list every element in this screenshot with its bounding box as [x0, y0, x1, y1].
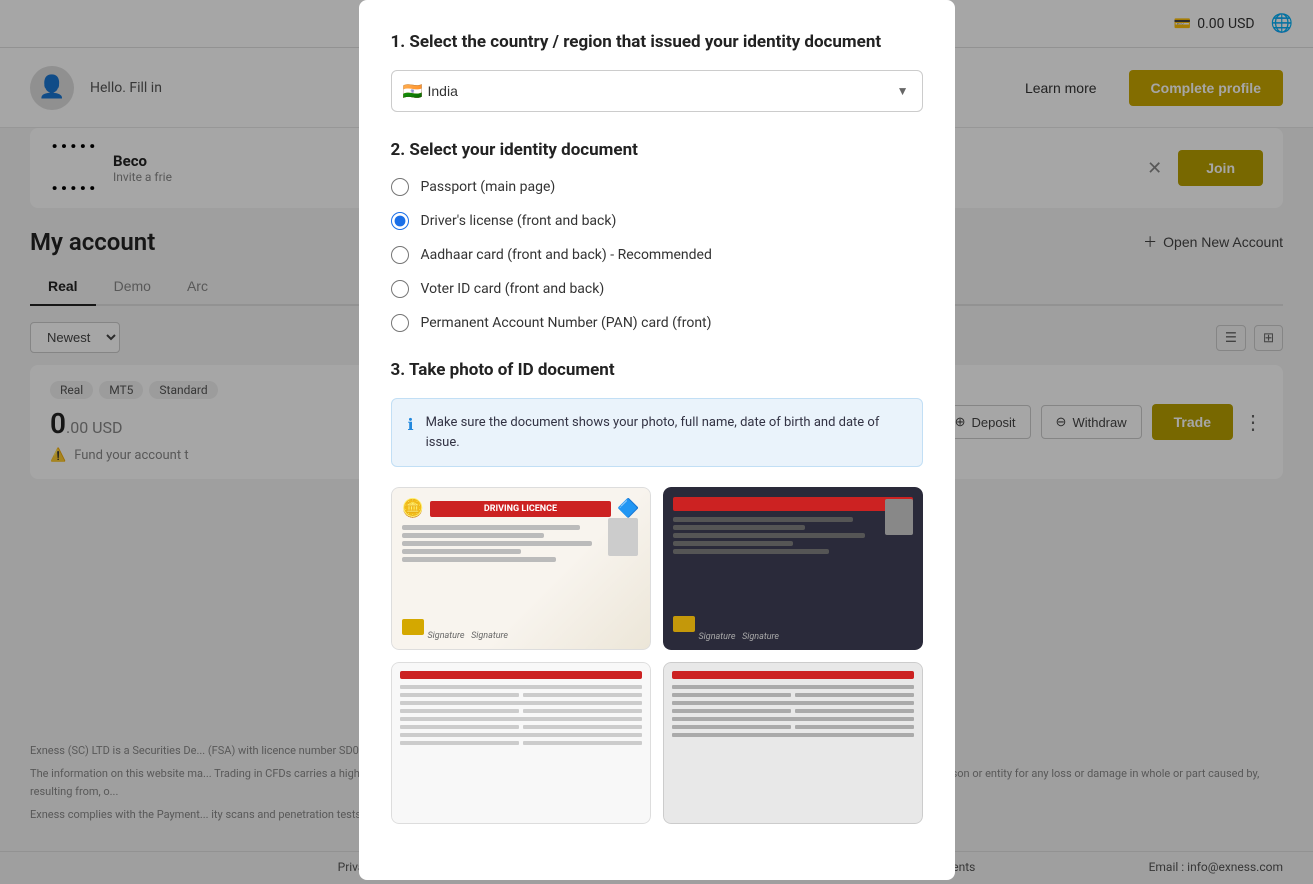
dl-photo	[608, 518, 638, 556]
emblem-left: 🪙	[402, 498, 424, 519]
radio-pan-label: Permanent Account Number (PAN) card (fro…	[421, 315, 712, 331]
dl-back-header	[673, 497, 913, 511]
section1-title: 1. Select the country / region that issu…	[391, 32, 923, 52]
radio-aadhaar[interactable]: Aadhaar card (front and back) - Recommen…	[391, 246, 923, 264]
dl-back-chip	[673, 616, 695, 632]
radio-voter[interactable]: Voter ID card (front and back)	[391, 280, 923, 298]
radio-voter-label: Voter ID card (front and back)	[421, 281, 605, 297]
info-box: ℹ Make sure the document shows your phot…	[391, 398, 923, 467]
radio-passport-input[interactable]	[391, 178, 409, 196]
tbl-dark-grid	[672, 685, 914, 737]
dl-chip	[402, 619, 424, 635]
info-text: Make sure the document shows your photo,…	[426, 413, 906, 452]
id-card-table-dark[interactable]	[663, 662, 923, 825]
id-type-radio-group: Passport (main page) Driver's license (f…	[391, 178, 923, 332]
section3-title: 3. Take photo of ID document	[391, 360, 923, 380]
dl-red-bar: DRIVING LICENCE	[430, 501, 611, 517]
radio-passport[interactable]: Passport (main page)	[391, 178, 923, 196]
emblem-right: 🔷	[617, 498, 639, 519]
radio-aadhaar-label: Aadhaar card (front and back) - Recommen…	[421, 247, 712, 263]
kyc-modal: 1. Select the country / region that issu…	[359, 0, 955, 880]
id-card-front[interactable]: 🪙 DRIVING LICENCE 🔷 Signature Signature	[391, 487, 651, 650]
radio-pan-input[interactable]	[391, 314, 409, 332]
info-icon: ℹ	[408, 415, 414, 434]
id-cards-grid: 🪙 DRIVING LICENCE 🔷 Signature Signature	[391, 487, 923, 824]
tbl-grid	[400, 685, 642, 745]
dl-signature: Signature Signature	[428, 631, 509, 641]
radio-passport-label: Passport (main page)	[421, 179, 556, 195]
radio-voter-input[interactable]	[391, 280, 409, 298]
radio-pan[interactable]: Permanent Account Number (PAN) card (fro…	[391, 314, 923, 332]
radio-drivers-label: Driver's license (front and back)	[421, 213, 617, 229]
modal-overlay[interactable]: 1. Select the country / region that issu…	[0, 0, 1313, 884]
dl-front-rows	[402, 525, 640, 562]
radio-drivers[interactable]: Driver's license (front and back)	[391, 212, 923, 230]
dl-back-photo	[885, 499, 913, 535]
radio-aadhaar-input[interactable]	[391, 246, 409, 264]
tbl-dark-strip	[672, 671, 914, 679]
dl-back-signature: Signature Signature	[699, 632, 780, 642]
id-card-table-light[interactable]	[391, 662, 651, 825]
section2-title: 2. Select your identity document	[391, 140, 923, 160]
id-card-back-dark[interactable]: Signature Signature	[663, 487, 923, 650]
tbl-red-strip	[400, 671, 642, 679]
radio-drivers-input[interactable]	[391, 212, 409, 230]
country-select-wrapper[interactable]: 🇮🇳 India United States United Kingdom ▼	[391, 70, 923, 112]
country-select[interactable]: India United States United Kingdom	[391, 70, 923, 112]
dl-back-rows	[673, 517, 913, 554]
